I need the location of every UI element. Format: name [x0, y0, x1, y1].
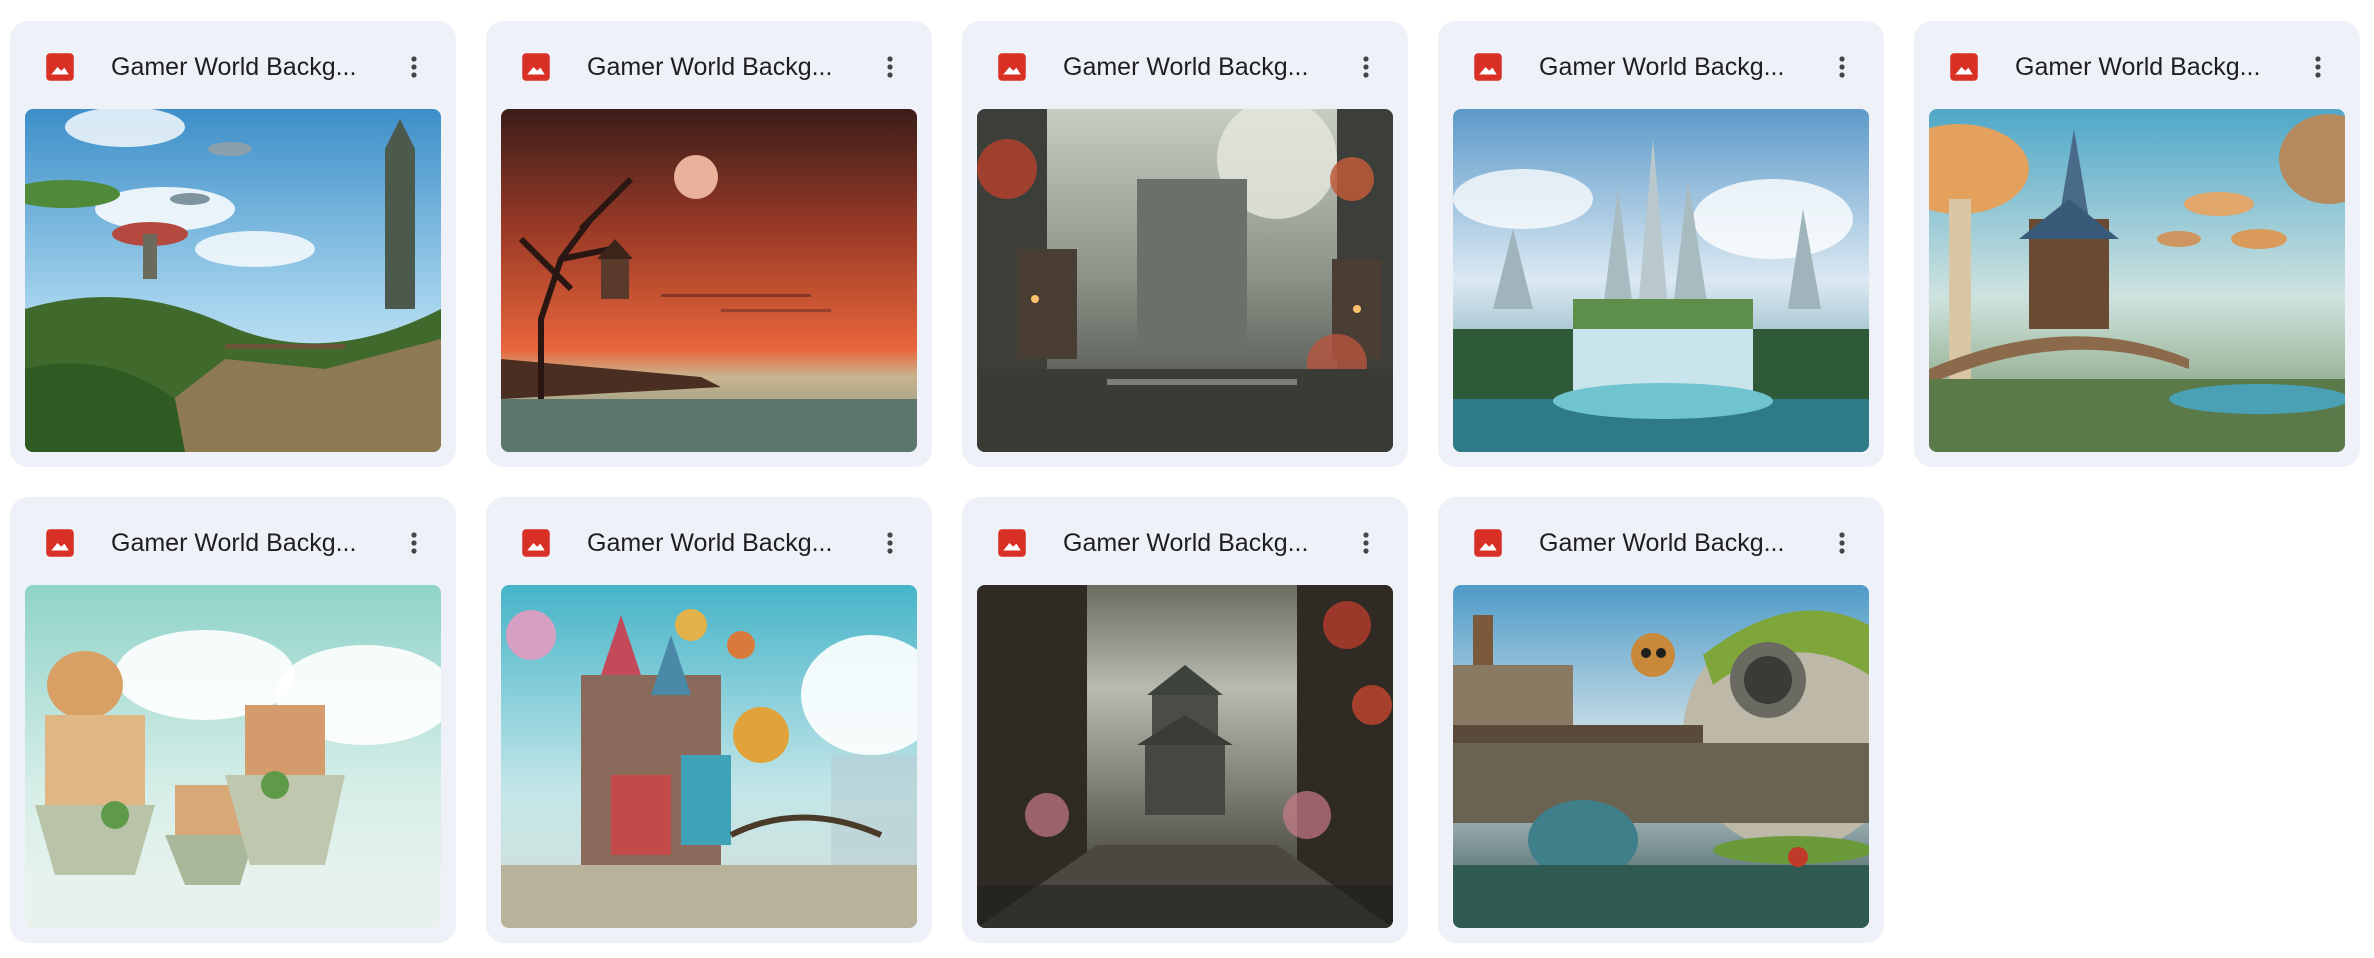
mushroom-village-scene	[1929, 109, 2345, 452]
file-card[interactable]: Gamer World Backg...	[1438, 497, 1884, 943]
file-name: Gamer World Backg...	[111, 53, 357, 81]
file-card[interactable]: Gamer World Backg...	[962, 497, 1408, 943]
file-name: Gamer World Backg...	[2015, 53, 2261, 81]
image-file-icon	[522, 529, 550, 557]
image-thumbnail[interactable]	[1929, 109, 2345, 452]
floating-islands-scene	[25, 109, 441, 452]
more-options-button[interactable]	[870, 523, 910, 563]
file-card[interactable]: Gamer World Backg...	[10, 21, 456, 467]
more-vert-icon	[887, 532, 893, 554]
image-thumbnail[interactable]	[977, 585, 1393, 928]
file-card[interactable]: Gamer World Backg...	[1914, 21, 2360, 467]
file-card-header: Gamer World Backg...	[486, 497, 932, 585]
image-file-icon	[46, 529, 74, 557]
file-card-header: Gamer World Backg...	[962, 497, 1408, 585]
more-vert-icon	[1363, 532, 1369, 554]
file-card[interactable]: Gamer World Backg...	[486, 21, 932, 467]
file-card[interactable]: Gamer World Backg...	[10, 497, 456, 943]
more-vert-icon	[887, 56, 893, 78]
image-file-icon	[1950, 53, 1978, 81]
file-card[interactable]: Gamer World Backg...	[962, 21, 1408, 467]
more-options-button[interactable]	[1346, 523, 1386, 563]
file-card-header: Gamer World Backg...	[10, 21, 456, 109]
more-options-button[interactable]	[1822, 47, 1862, 87]
image-thumbnail[interactable]	[25, 585, 441, 928]
file-card-header: Gamer World Backg...	[962, 21, 1408, 109]
more-vert-icon	[1839, 532, 1845, 554]
file-card-header: Gamer World Backg...	[1438, 497, 1884, 585]
file-name: Gamer World Backg...	[1539, 53, 1785, 81]
more-vert-icon	[411, 56, 417, 78]
image-file-icon	[522, 53, 550, 81]
file-name: Gamer World Backg...	[1063, 53, 1309, 81]
file-card[interactable]: Gamer World Backg...	[486, 497, 932, 943]
image-thumbnail[interactable]	[1453, 585, 1869, 928]
file-name: Gamer World Backg...	[1539, 529, 1785, 557]
image-thumbnail[interactable]	[501, 109, 917, 452]
crystal-castle-scene	[1453, 109, 1869, 452]
more-vert-icon	[1363, 56, 1369, 78]
file-name: Gamer World Backg...	[111, 529, 357, 557]
dark-temple-scene	[977, 585, 1393, 928]
image-thumbnail[interactable]	[501, 585, 917, 928]
more-vert-icon	[411, 532, 417, 554]
more-vert-icon	[2315, 56, 2321, 78]
file-card-header: Gamer World Backg...	[486, 21, 932, 109]
file-card-header: Gamer World Backg...	[1914, 21, 2360, 109]
file-card-header: Gamer World Backg...	[10, 497, 456, 585]
file-grid: Gamer World Backg... Gamer World Backg..…	[10, 21, 2360, 943]
more-vert-icon	[1839, 56, 1845, 78]
floating-houses-scene	[25, 585, 441, 928]
image-thumbnail[interactable]	[25, 109, 441, 452]
more-options-button[interactable]	[1346, 47, 1386, 87]
image-file-icon	[1474, 53, 1502, 81]
image-thumbnail[interactable]	[1453, 109, 1869, 452]
more-options-button[interactable]	[1822, 523, 1862, 563]
image-thumbnail[interactable]	[977, 109, 1393, 452]
image-file-icon	[998, 53, 1026, 81]
more-options-button[interactable]	[394, 523, 434, 563]
more-options-button[interactable]	[870, 47, 910, 87]
file-name: Gamer World Backg...	[1063, 529, 1309, 557]
file-name: Gamer World Backg...	[587, 529, 833, 557]
image-file-icon	[1474, 529, 1502, 557]
red-sunset-scene	[501, 109, 917, 452]
file-card-header: Gamer World Backg...	[1438, 21, 1884, 109]
file-card[interactable]: Gamer World Backg...	[1438, 21, 1884, 467]
misty-ruins-scene	[977, 109, 1393, 452]
robot-dome-scene	[1453, 585, 1869, 928]
image-file-icon	[998, 529, 1026, 557]
file-name: Gamer World Backg...	[587, 53, 833, 81]
image-file-icon	[46, 53, 74, 81]
more-options-button[interactable]	[394, 47, 434, 87]
more-options-button[interactable]	[2298, 47, 2338, 87]
whimsical-towers-scene	[501, 585, 917, 928]
